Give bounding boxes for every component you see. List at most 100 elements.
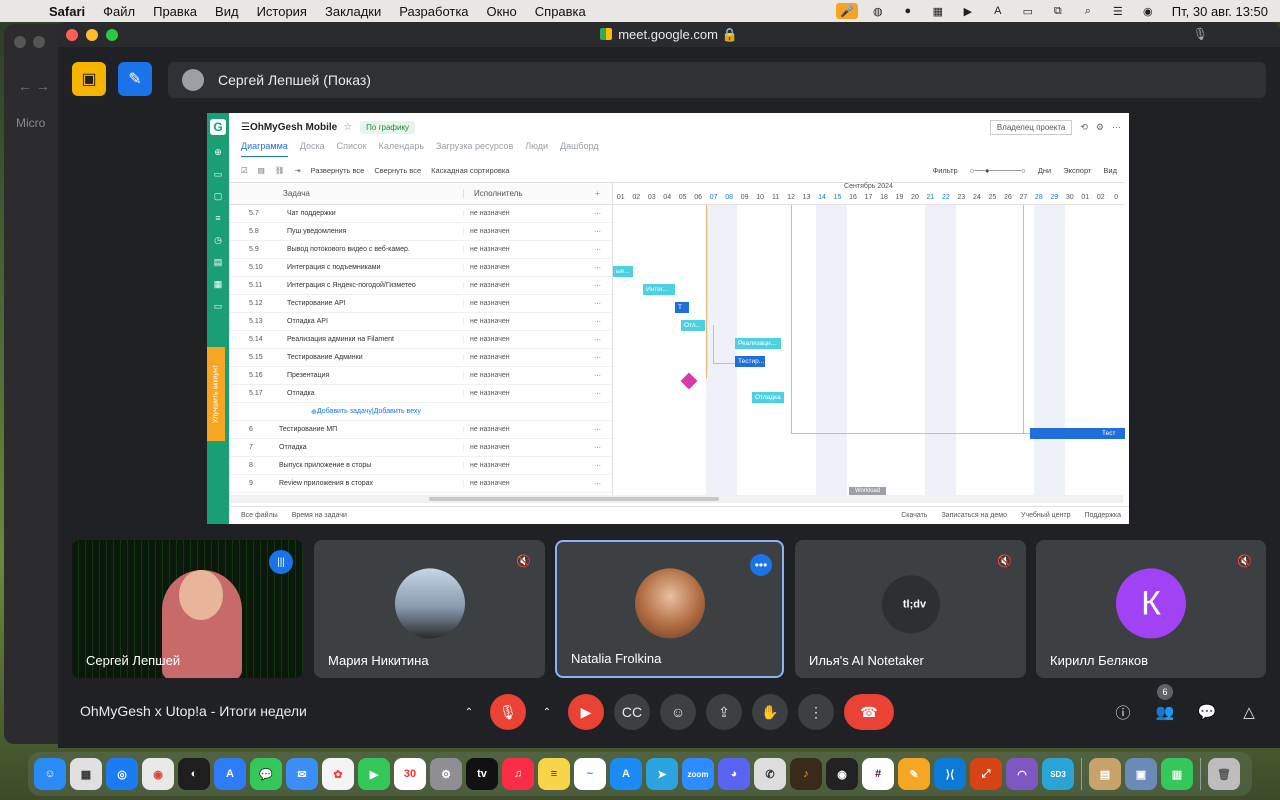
demo-link[interactable]: Записаться на демо bbox=[941, 512, 1007, 519]
tab-list[interactable]: Список bbox=[337, 141, 367, 157]
project-name[interactable]: OhMyGesh Mobile bbox=[250, 122, 337, 133]
address-bar[interactable]: meet.google.com 🔒 bbox=[58, 27, 1280, 43]
task-name[interactable]: Отладка bbox=[279, 444, 463, 451]
row-menu-icon[interactable]: ⋯ bbox=[583, 300, 612, 308]
finder-icon[interactable]: ☺ bbox=[34, 758, 66, 790]
task-name[interactable]: Интеграция с подъемниками bbox=[287, 264, 463, 271]
row-menu-icon[interactable]: ⋯ bbox=[583, 462, 612, 470]
trash-icon[interactable]: 🗑 bbox=[1208, 758, 1240, 790]
document-icon[interactable]: ▤ bbox=[207, 251, 229, 273]
raise-hand-button[interactable]: ✋ bbox=[752, 694, 788, 730]
add-milestone-link[interactable]: Добавить веху bbox=[374, 408, 421, 415]
row-menu-icon[interactable]: ⋯ bbox=[583, 318, 612, 326]
menu-develop[interactable]: Разработка bbox=[390, 4, 477, 19]
row-menu-icon[interactable]: ⋯ bbox=[583, 336, 612, 344]
table-row[interactable]: 5.15 Тестирование Админки не назначен ⋯ bbox=[229, 349, 612, 367]
gantt-bar[interactable]: Реализаци... bbox=[735, 338, 781, 349]
row-menu-icon[interactable]: ⋯ bbox=[583, 444, 612, 452]
leave-call-button[interactable]: ☎ bbox=[844, 694, 894, 730]
people-button[interactable]: 👥 6 bbox=[1152, 684, 1178, 730]
zoom-slider[interactable]: ○──●──────○ bbox=[970, 166, 1026, 175]
task-assignee[interactable]: не назначен bbox=[463, 318, 583, 325]
table-row[interactable]: 5.17 Отладка не назначен ⋯ bbox=[229, 385, 612, 403]
camera-off-button[interactable]: ▶ bbox=[568, 694, 604, 730]
project-owner-button[interactable]: Владелец проекта bbox=[989, 119, 1073, 135]
chat-button[interactable]: 💬 bbox=[1194, 694, 1220, 730]
milestone-diamond[interactable] bbox=[680, 372, 698, 390]
task-name[interactable]: Интеграция с Яндекс-погодой/Гизметео bbox=[287, 282, 463, 289]
tab-people[interactable]: Люди bbox=[525, 141, 548, 157]
history-icon[interactable]: ⟲ bbox=[1080, 122, 1088, 133]
present-screen-button[interactable]: ⇪ bbox=[706, 694, 742, 730]
play-icon[interactable]: ▶ bbox=[958, 3, 978, 19]
row-menu-icon[interactable]: ⋯ bbox=[583, 372, 612, 380]
slack-icon[interactable]: # bbox=[862, 758, 894, 790]
task-assignee[interactable]: не назначен bbox=[463, 336, 583, 343]
numbers-icon[interactable]: ▥ bbox=[1161, 758, 1193, 790]
participant-tile[interactable]: 🔇 tl;dv Илья's AI Notetaker bbox=[795, 540, 1026, 678]
table-row[interactable]: 5.8 Пуш уведомления не назначен ⋯ bbox=[229, 223, 612, 241]
upgrade-account-button[interactable]: Улучшить аккаунт bbox=[207, 347, 225, 441]
preview-icon[interactable]: ▣ bbox=[1125, 758, 1157, 790]
menu-app-safari[interactable]: Safari bbox=[40, 4, 94, 19]
tab-dashboard[interactable]: Дашборд bbox=[560, 141, 599, 157]
more-icon[interactable]: ⋯ bbox=[1112, 122, 1121, 133]
gantt-bar[interactable]: Интег... bbox=[643, 284, 675, 295]
tab-diagram[interactable]: Диаграмма bbox=[241, 141, 288, 157]
task-name[interactable]: Пуш уведомления bbox=[287, 228, 463, 235]
remote-desktop-icon[interactable]: ⤢ bbox=[970, 758, 1002, 790]
cascade-sort-button[interactable]: Каскадная сортировка bbox=[431, 166, 509, 175]
messages-icon[interactable]: 💬 bbox=[250, 758, 282, 790]
archive-icon[interactable]: ▤ bbox=[1089, 758, 1121, 790]
pencil-app-icon[interactable]: ✎ bbox=[898, 758, 930, 790]
row-menu-icon[interactable]: ⋯ bbox=[583, 246, 612, 254]
days-scale-label[interactable]: Дни bbox=[1038, 166, 1051, 175]
microphone-in-use-icon[interactable]: 🎤 bbox=[835, 3, 858, 19]
tab-board[interactable]: Доска bbox=[300, 141, 325, 157]
more-options-icon[interactable]: ••• bbox=[750, 554, 772, 576]
task-name[interactable]: Вывод потокового видео с веб-камер. bbox=[287, 246, 463, 253]
task-assignee[interactable]: не назначен bbox=[463, 426, 583, 433]
input-source-icon[interactable]: A bbox=[988, 3, 1008, 19]
sd3-icon[interactable]: SD3 bbox=[1042, 758, 1074, 790]
microphone-off-button[interactable]: 🎙 bbox=[490, 694, 526, 730]
task-assignee[interactable]: не назначен bbox=[463, 300, 583, 307]
annotate-button[interactable]: ✎ bbox=[118, 62, 152, 96]
launchpad-icon[interactable]: ▦ bbox=[70, 758, 102, 790]
screenshot-app-icon[interactable]: ◉ bbox=[826, 758, 858, 790]
row-menu-icon[interactable]: ⋯ bbox=[583, 282, 612, 290]
table-row[interactable]: 5.14 Реализация админки на Filament не наз… bbox=[229, 331, 612, 349]
assignee-column-header[interactable]: Исполнитель bbox=[463, 189, 583, 198]
present-stop-button[interactable]: ▣ bbox=[72, 62, 106, 96]
participant-tile[interactable]: 🔇 К Кирилл Беляков bbox=[1036, 540, 1266, 678]
site-microphone-icon[interactable]: 🎙 bbox=[1193, 27, 1208, 41]
table-row[interactable]: 5.10 Интеграция с подъемниками не назначен… bbox=[229, 259, 612, 277]
captions-button[interactable]: CC bbox=[614, 694, 650, 730]
video-options-chevron-icon[interactable]: ⌃ bbox=[536, 694, 558, 730]
tab-calendar[interactable]: Календарь bbox=[379, 141, 424, 157]
participant-tile[interactable]: ||| Сергей Лепшей bbox=[72, 540, 303, 678]
add-task-link[interactable]: Добавить задачу bbox=[317, 408, 372, 415]
gantt-bar[interactable]: Тестир... bbox=[735, 356, 765, 367]
task-assignee[interactable]: не назначен bbox=[463, 444, 583, 451]
task-assignee[interactable]: не назначен bbox=[463, 354, 583, 361]
task-assignee[interactable]: не назначен bbox=[463, 480, 583, 487]
participant-tile[interactable]: 🔇 Мария Никитина bbox=[314, 540, 545, 678]
task-assignee[interactable]: не назначен bbox=[463, 210, 583, 217]
task-name[interactable]: Тестирование Админки bbox=[287, 354, 463, 361]
menu-help[interactable]: Справка bbox=[526, 4, 595, 19]
task-name[interactable]: Тестирование API bbox=[287, 300, 463, 307]
row-menu-icon[interactable]: ⋯ bbox=[583, 390, 612, 398]
task-column-header[interactable]: Задача bbox=[229, 189, 463, 198]
search-icon[interactable]: ⌕ bbox=[1078, 3, 1098, 19]
menu-view[interactable]: Вид bbox=[206, 4, 248, 19]
arc-browser-icon[interactable]: ◠ bbox=[1006, 758, 1038, 790]
apple-tv-icon[interactable]: tv bbox=[466, 758, 498, 790]
expand-all-button[interactable]: Развернуть все bbox=[311, 166, 365, 175]
filter-button[interactable]: Фильтр bbox=[933, 166, 958, 175]
menubar-clock[interactable]: Пт, 30 авг. 13:50 bbox=[1168, 4, 1268, 19]
learning-center-link[interactable]: Учебный центр bbox=[1021, 512, 1070, 519]
facetime-icon[interactable]: ▶ bbox=[358, 758, 390, 790]
task-name[interactable]: Review приложения в сторах bbox=[279, 480, 463, 487]
calendar-icon[interactable]: 30 bbox=[394, 758, 426, 790]
